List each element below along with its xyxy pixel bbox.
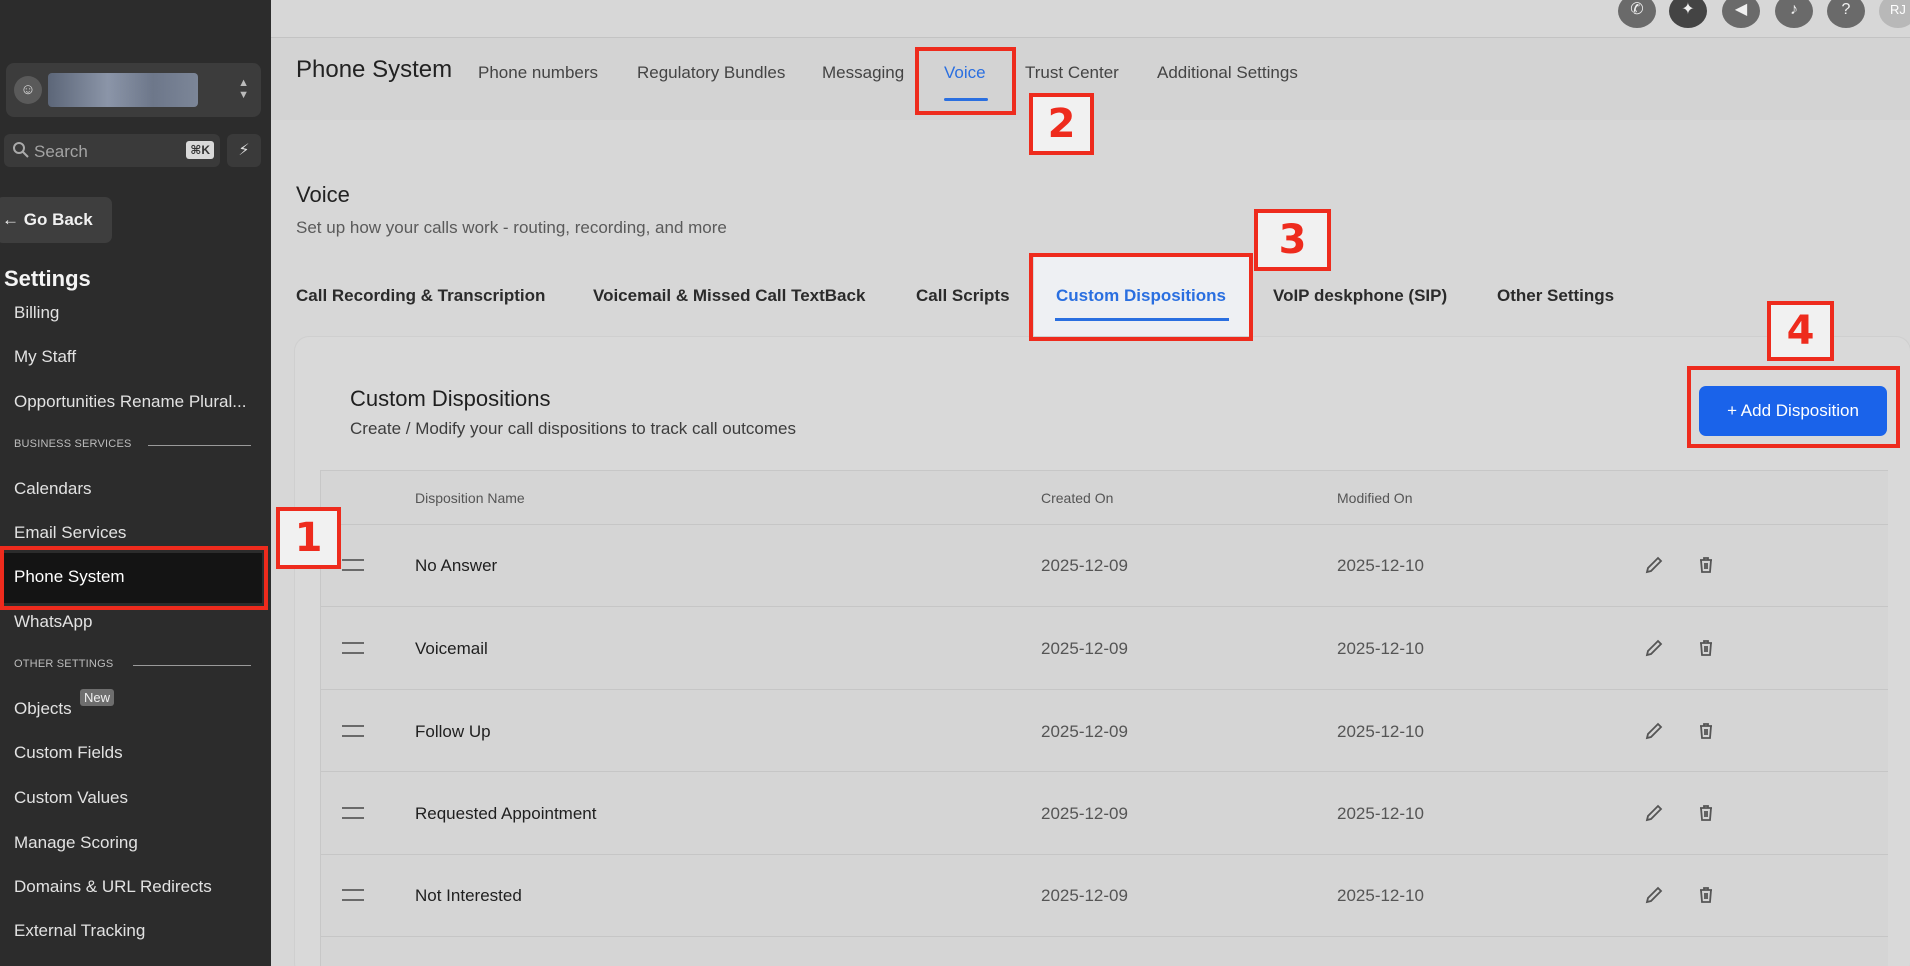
sidebar-item-calendars[interactable]: Calendars [14, 479, 92, 499]
sidebar-item-domains[interactable]: Domains & URL Redirects [14, 877, 212, 897]
voice-title: Voice [296, 182, 350, 207]
voice-subtitle: Set up how your calls work - routing, re… [296, 218, 727, 237]
tab-trust-center[interactable]: Trust Center [1025, 63, 1119, 83]
dispositions-subtitle: Create / Modify your call dispositions t… [350, 419, 796, 438]
annotation-box-add-disposition [1687, 366, 1900, 448]
cell-modified-on: 2025-12-10 [1337, 639, 1424, 658]
search-placeholder: Search [34, 142, 88, 161]
group-other-settings: OTHER SETTINGS [14, 658, 114, 670]
drag-handle-icon[interactable] [342, 807, 364, 819]
row-divider [321, 771, 1888, 772]
tab-messaging[interactable]: Messaging [822, 63, 904, 83]
cell-created-on: 2025-12-09 [1041, 556, 1128, 575]
delete-trash-icon[interactable] [1695, 637, 1717, 659]
drag-handle-icon[interactable] [342, 725, 364, 737]
column-header-name: Disposition Name [415, 490, 525, 506]
cell-disposition-name: Follow Up [415, 722, 491, 741]
sidebar-item-my-staff[interactable]: My Staff [14, 347, 76, 367]
quick-actions-bolt-icon[interactable]: ⚡ [227, 134, 261, 167]
row-divider [321, 606, 1888, 607]
edit-pencil-icon[interactable] [1643, 720, 1665, 742]
account-switcher[interactable]: ☺ ▲ ▼ [6, 63, 261, 117]
cell-created-on: 2025-12-09 [1041, 722, 1128, 741]
annotation-number: 2 [1029, 93, 1094, 155]
cell-disposition-name: No Answer [415, 556, 498, 575]
delete-trash-icon[interactable] [1695, 884, 1717, 906]
row-divider [321, 854, 1888, 855]
sidebar-item-manage-scoring[interactable]: Manage Scoring [14, 833, 138, 853]
column-header-created: Created On [1041, 490, 1114, 506]
cell-disposition-name: Not Interested [415, 886, 522, 905]
sidebar-item-whatsapp[interactable]: WhatsApp [14, 612, 92, 632]
cell-created-on: 2025-12-09 [1041, 804, 1128, 823]
cell-modified-on: 2025-12-10 [1337, 804, 1424, 823]
delete-trash-icon[interactable] [1695, 720, 1717, 742]
satellite-icon[interactable]: ✦ [1669, 0, 1707, 28]
search-box[interactable]: Search ⌘K [4, 134, 220, 167]
group-business-services: BUSINESS SERVICES [14, 438, 132, 450]
cell-modified-on: 2025-12-10 [1337, 886, 1424, 905]
subtab-other-settings[interactable]: Other Settings [1497, 286, 1614, 306]
sidebar-item-billing[interactable]: Billing [14, 303, 59, 323]
sidebar-item-email-services[interactable]: Email Services [14, 523, 126, 543]
edit-pencil-icon[interactable] [1643, 637, 1665, 659]
search-icon [13, 142, 29, 158]
cell-created-on: 2025-12-09 [1041, 886, 1128, 905]
drag-handle-icon[interactable] [342, 559, 364, 571]
go-back-button[interactable]: ← Go Back [0, 197, 112, 243]
group-divider [133, 665, 251, 666]
sidebar-item-custom-values[interactable]: Custom Values [14, 788, 128, 808]
tab-phone-numbers[interactable]: Phone numbers [478, 63, 598, 83]
row-divider [321, 689, 1888, 690]
page-title: Phone System [296, 56, 453, 83]
annotation-number: 3 [1254, 209, 1331, 271]
group-divider [148, 445, 251, 446]
subtab-call-scripts[interactable]: Call Scripts [916, 286, 1010, 306]
annotation-number: 1 [276, 507, 341, 569]
user-avatar[interactable]: RJ [1879, 0, 1910, 28]
sidebar-item-opportunities[interactable]: Opportunities Rename Plural... [14, 392, 246, 412]
delete-trash-icon[interactable] [1695, 802, 1717, 824]
megaphone-icon[interactable]: ◀ [1722, 0, 1760, 28]
edit-pencil-icon[interactable] [1643, 802, 1665, 824]
phone-icon[interactable]: ✆ [1618, 0, 1656, 28]
annotation-box-phone-system [0, 546, 268, 610]
edit-pencil-icon[interactable] [1643, 554, 1665, 576]
tab-regulatory-bundles[interactable]: Regulatory Bundles [637, 63, 785, 83]
dispositions-title: Custom Dispositions [350, 386, 551, 411]
sidebar-item-objects[interactable]: Objects [14, 699, 72, 719]
annotation-box-voice-tab [915, 47, 1016, 115]
sidebar-item-external-tracking[interactable]: External Tracking [14, 921, 145, 941]
cell-disposition-name: Voicemail [415, 639, 488, 658]
new-badge: New [80, 689, 115, 706]
delete-trash-icon[interactable] [1695, 554, 1717, 576]
search-shortcut: ⌘K [186, 141, 214, 159]
help-icon[interactable]: ? [1827, 0, 1865, 28]
cell-modified-on: 2025-12-10 [1337, 722, 1424, 741]
column-header-modified: Modified On [1337, 490, 1413, 506]
annotation-box-custom-dispositions [1029, 253, 1253, 341]
location-icon: ☺ [14, 76, 42, 104]
cell-modified-on: 2025-12-10 [1337, 556, 1424, 575]
account-name-redacted [48, 73, 198, 107]
cell-disposition-name: Requested Appointment [415, 804, 597, 823]
chevron-updown-icon: ▲ ▼ [238, 77, 249, 101]
subtab-voip-deskphone[interactable]: VoIP deskphone (SIP) [1273, 286, 1447, 306]
sidebar-item-custom-fields[interactable]: Custom Fields [14, 743, 123, 763]
annotation-number: 4 [1767, 301, 1834, 361]
sidebar: ☺ ▲ ▼ Search ⌘K ⚡ ← Go Back Settings Bill… [0, 0, 271, 966]
subtab-call-recording[interactable]: Call Recording & Transcription [296, 286, 545, 306]
tab-additional-settings[interactable]: Additional Settings [1157, 63, 1298, 83]
bell-icon[interactable]: ♪ [1775, 0, 1813, 28]
row-divider [321, 524, 1888, 525]
settings-title: Settings [4, 266, 91, 291]
drag-handle-icon[interactable] [342, 642, 364, 654]
cell-created-on: 2025-12-09 [1041, 639, 1128, 658]
edit-pencil-icon[interactable] [1643, 884, 1665, 906]
row-divider [321, 936, 1888, 937]
subtab-voicemail[interactable]: Voicemail & Missed Call TextBack [593, 286, 865, 306]
go-back-label: Go Back [23, 210, 93, 229]
drag-handle-icon[interactable] [342, 889, 364, 901]
